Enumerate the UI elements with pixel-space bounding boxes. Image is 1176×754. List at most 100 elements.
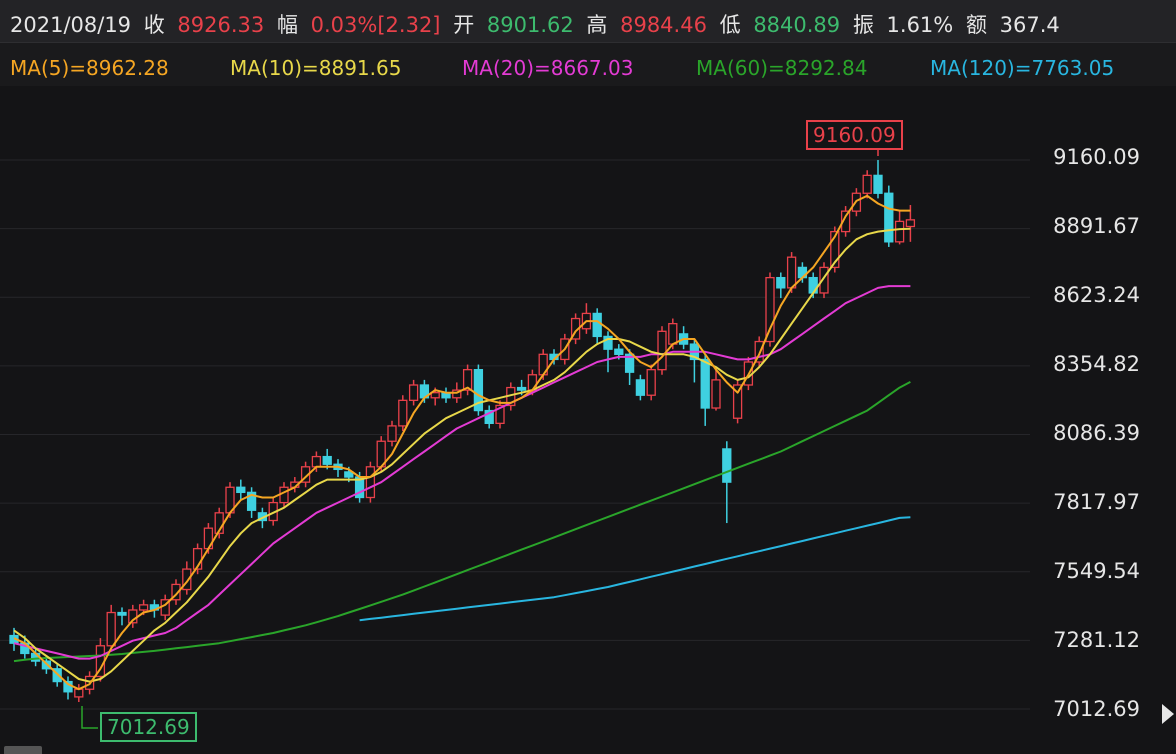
kline-svg[interactable] [0,86,1176,754]
candle-body [344,471,354,478]
candle-body [635,379,646,396]
candle[interactable] [592,308,602,345]
y-tick-6: 7549.54 [1053,559,1140,583]
chart-corner-handle[interactable] [4,746,42,754]
candle-body [138,604,149,611]
candle[interactable] [236,479,246,501]
candle[interactable] [365,461,376,503]
high-label: 高 [586,13,608,37]
candle-body [873,174,883,194]
candle-body [430,392,440,399]
candle-body [614,348,624,355]
candle-body [894,220,905,243]
candle[interactable] [635,374,646,401]
candle[interactable] [722,441,732,524]
moving-average-legend: MA(5)=8962.28 MA(10)=8891.65 MA(20)=8667… [0,54,1176,86]
candle-body [776,276,786,289]
candle[interactable] [678,326,689,350]
quote-header: 2021/08/19 收 8926.33 幅 0.03%[2.32] 开 890… [0,0,1176,43]
candle[interactable] [495,400,505,429]
candle-body [592,312,602,338]
candle-body [668,322,678,345]
candle[interactable] [408,379,419,406]
candle-body [279,486,289,504]
close-value: 8926.33 [177,13,265,37]
candle[interactable] [279,482,289,508]
candle[interactable] [441,387,451,403]
open-label: 开 [453,13,475,37]
candle-body [387,425,397,442]
candle[interactable] [862,170,872,199]
candle[interactable] [246,487,257,518]
quote-date: 2021/08/19 [10,13,132,37]
candle[interactable] [63,676,73,700]
amplitude-label: 振 [852,13,874,37]
candle-body [74,688,84,698]
ma60-legend: MA(60)=8292.84 [696,56,868,80]
candle[interactable] [387,420,397,447]
ma20-legend: MA(20)=8667.03 [462,56,634,80]
candlestick-chart[interactable]: 9160.09 8891.67 8623.24 8354.82 8086.39 … [0,86,1176,754]
amount-value: 367.4 [999,13,1060,37]
candle-body [311,455,322,468]
candle[interactable] [581,303,592,334]
candle[interactable] [700,354,710,426]
y-tick-2: 8623.24 [1053,283,1140,307]
y-tick-7: 7281.12 [1053,628,1140,652]
ma120-line [359,516,911,622]
ma5-legend: MA(5)=8962.28 [10,56,169,80]
candle[interactable] [398,395,408,432]
candle[interactable] [894,211,905,245]
high-marker-label: 9160.09 [806,120,903,150]
candle-body [236,486,246,494]
candle-body [765,276,775,343]
y-tick-0: 9160.09 [1053,145,1140,169]
candle-body [657,330,667,371]
candle-body [711,379,721,409]
ma20-line [13,285,911,660]
candle-body [884,192,894,243]
quote-summary: 2021/08/19 收 8926.33 幅 0.03%[2.32] 开 890… [10,9,1066,39]
change-value: 0.03%[2.32] [310,13,441,37]
candle[interactable] [657,326,667,375]
low-marker-label: 7012.69 [100,712,197,742]
candle[interactable] [776,272,786,299]
scroll-right-icon[interactable] [1162,704,1174,724]
candle[interactable] [473,364,484,416]
candle-body [117,611,127,616]
y-tick-3: 8354.82 [1053,352,1140,376]
candle[interactable] [646,364,656,401]
candle[interactable] [873,160,883,199]
candle[interactable] [884,185,894,247]
candle-body [516,386,527,391]
open-value: 8901.62 [486,13,574,37]
candle-body [106,611,116,647]
candle[interactable] [160,594,170,621]
candle[interactable] [95,638,106,682]
candle-body [365,466,376,499]
candle-body [398,399,408,427]
ma10-line [13,227,911,683]
low-value: 8840.89 [753,13,841,37]
ma5-line [13,194,911,691]
low-label: 低 [719,13,741,37]
candle-body [700,358,710,409]
change-label: 幅 [276,13,298,37]
candle-body [646,369,656,396]
y-tick-4: 8086.39 [1053,421,1140,445]
amount-label: 额 [965,13,987,37]
candle[interactable] [484,405,494,429]
candle-body [786,256,797,289]
ma10-legend: MA(10)=8891.65 [230,56,402,80]
amplitude-value: 1.61% [886,13,954,37]
candle-body [862,174,872,194]
high-value: 8984.46 [620,13,707,37]
candle[interactable] [689,338,700,383]
y-tick-5: 7817.97 [1053,490,1140,514]
candle[interactable] [117,607,127,626]
candle-body [905,219,916,228]
candle-body [408,384,419,401]
ma60-line [13,381,911,663]
y-tick-8: 7012.69 [1053,697,1140,721]
y-tick-1: 8891.67 [1053,214,1140,238]
